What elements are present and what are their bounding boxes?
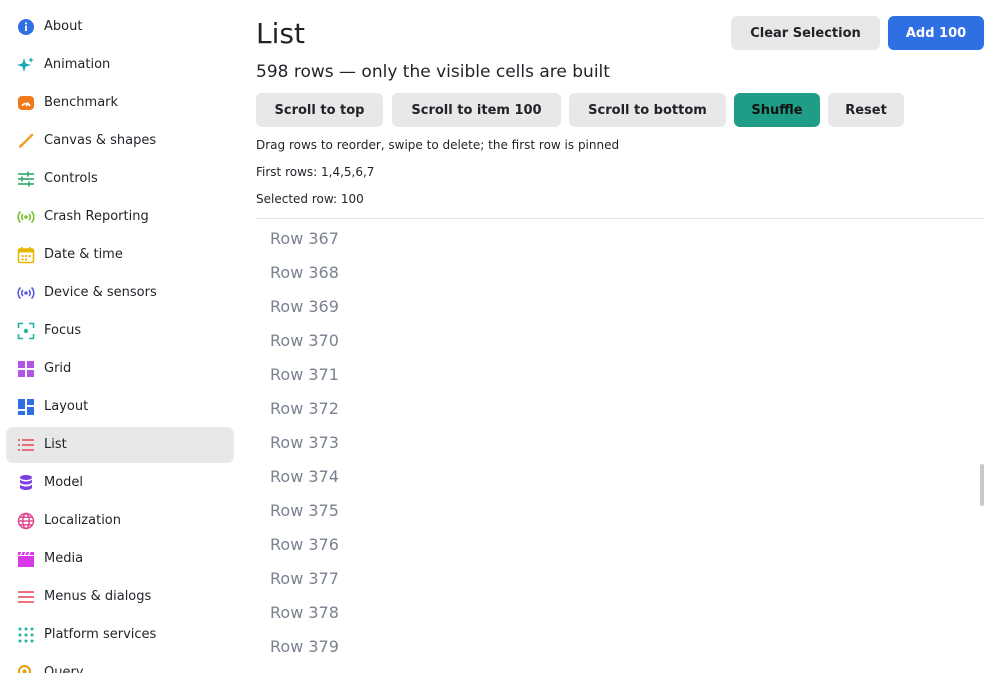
list-item[interactable]: Row 375 <box>270 494 339 528</box>
globe-icon <box>17 512 35 530</box>
search-icon <box>17 664 35 673</box>
list-item[interactable]: Row 374 <box>270 460 339 494</box>
list-item[interactable]: Row 370 <box>270 324 339 358</box>
list-item[interactable]: Row 373 <box>270 426 339 460</box>
reset-button[interactable]: Reset <box>828 93 904 127</box>
list-item[interactable]: Row 368 <box>270 256 339 290</box>
sidebar-item-media[interactable]: Media <box>6 541 234 577</box>
sidebar-item-label: Platform services <box>44 627 157 642</box>
sparkle-icon <box>17 56 35 74</box>
sidebar-item-device-sensors[interactable]: Device & sensors <box>6 275 234 311</box>
list-item[interactable]: Row 371 <box>270 358 339 392</box>
page-title: List <box>256 17 305 50</box>
add-100-button[interactable]: Add 100 <box>888 16 984 50</box>
sidebar-item-model[interactable]: Model <box>6 465 234 501</box>
sidebar-item-list[interactable]: List <box>6 427 234 463</box>
list-icon <box>17 436 35 454</box>
list-item[interactable]: Row 376 <box>270 528 339 562</box>
layout-icon <box>17 398 35 416</box>
sidebar-item-label: Model <box>44 475 84 490</box>
sidebar-item-label: Layout <box>44 399 89 414</box>
sidebar-item-animation[interactable]: Animation <box>6 47 234 83</box>
grid-icon <box>17 360 35 378</box>
sidebar-item-label: Crash Reporting <box>44 209 149 224</box>
list-item[interactable]: Row 372 <box>270 392 339 426</box>
scrollbar-thumb[interactable] <box>980 464 984 506</box>
scroll-to-top-button[interactable]: Scroll to top <box>256 93 383 127</box>
sidebar-item-controls[interactable]: Controls <box>6 161 234 197</box>
list-item[interactable]: Row 367 <box>270 222 339 256</box>
sidebar-item-focus[interactable]: Focus <box>6 313 234 349</box>
broadcast-icon <box>17 208 35 226</box>
scroll-to-bottom-button[interactable]: Scroll to bottom <box>569 93 726 127</box>
calendar-icon <box>17 246 35 264</box>
scroll-to-item-button[interactable]: Scroll to item 100 <box>392 93 561 127</box>
sidebar-item-grid[interactable]: Grid <box>6 351 234 387</box>
sidebar-item-label: Grid <box>44 361 72 376</box>
sidebar: About Animation Benchmark Canvas & shape… <box>0 0 242 673</box>
sidebar-item-label: Device & sensors <box>44 285 157 300</box>
selected-row-readout: Selected row: 100 <box>256 192 364 206</box>
clear-selection-button[interactable]: Clear Selection <box>731 16 880 50</box>
sidebar-item-label: Animation <box>44 57 111 72</box>
sidebar-item-crash-reporting[interactable]: Crash Reporting <box>6 199 234 235</box>
sidebar-item-label: Date & time <box>44 247 123 262</box>
sidebar-item-label: Canvas & shapes <box>44 133 157 148</box>
sidebar-item-label: Controls <box>44 171 98 186</box>
list-item[interactable]: Row 379 <box>270 630 339 664</box>
sidebar-item-label: Media <box>44 551 84 566</box>
sidebar-item-label: Focus <box>44 323 82 338</box>
sidebar-item-menus-dialogs[interactable]: Menus & dialogs <box>6 579 234 615</box>
sidebar-item-benchmark[interactable]: Benchmark <box>6 85 234 121</box>
list-hint: Drag rows to reorder, swipe to delete; t… <box>256 138 620 152</box>
list-item[interactable]: Row 378 <box>270 596 339 630</box>
sidebar-item-label: About <box>44 19 83 34</box>
main-content: List Clear Selection Add 100 598 rows — … <box>256 0 984 673</box>
speedometer-icon <box>17 94 35 112</box>
sliders-icon <box>17 170 35 188</box>
sidebar-item-about[interactable]: About <box>6 9 234 45</box>
shuffle-button[interactable]: Shuffle <box>734 93 820 127</box>
menu-icon <box>17 588 35 606</box>
virtual-list[interactable]: Row 367 Row 368 Row 369 Row 370 Row 371 … <box>256 219 984 673</box>
sidebar-item-label: Benchmark <box>44 95 119 110</box>
sidebar-item-localization[interactable]: Localization <box>6 503 234 539</box>
list-item[interactable]: Row 369 <box>270 290 339 324</box>
apps-icon <box>17 626 35 644</box>
first-rows-readout: First rows: 1,4,5,6,7 <box>256 165 375 179</box>
database-icon <box>17 474 35 492</box>
sidebar-item-platform-services[interactable]: Platform services <box>6 617 234 653</box>
info-icon <box>17 18 35 36</box>
list-item[interactable]: Row 377 <box>270 562 339 596</box>
sidebar-item-layout[interactable]: Layout <box>6 389 234 425</box>
sidebar-item-label: Menus & dialogs <box>44 589 152 604</box>
row-count-summary: 598 rows — only the visible cells are bu… <box>256 62 610 82</box>
sidebar-item-label: Localization <box>44 513 121 528</box>
sidebar-item-canvas-shapes[interactable]: Canvas & shapes <box>6 123 234 159</box>
sidebar-item-label: List <box>44 437 67 452</box>
brush-icon <box>17 132 35 150</box>
sidebar-item-date-time[interactable]: Date & time <box>6 237 234 273</box>
sidebar-item-query[interactable]: Query <box>6 655 234 673</box>
sidebar-item-label: Query <box>44 665 84 673</box>
sensor-icon <box>17 284 35 302</box>
focus-icon <box>17 322 35 340</box>
clapperboard-icon <box>17 550 35 568</box>
